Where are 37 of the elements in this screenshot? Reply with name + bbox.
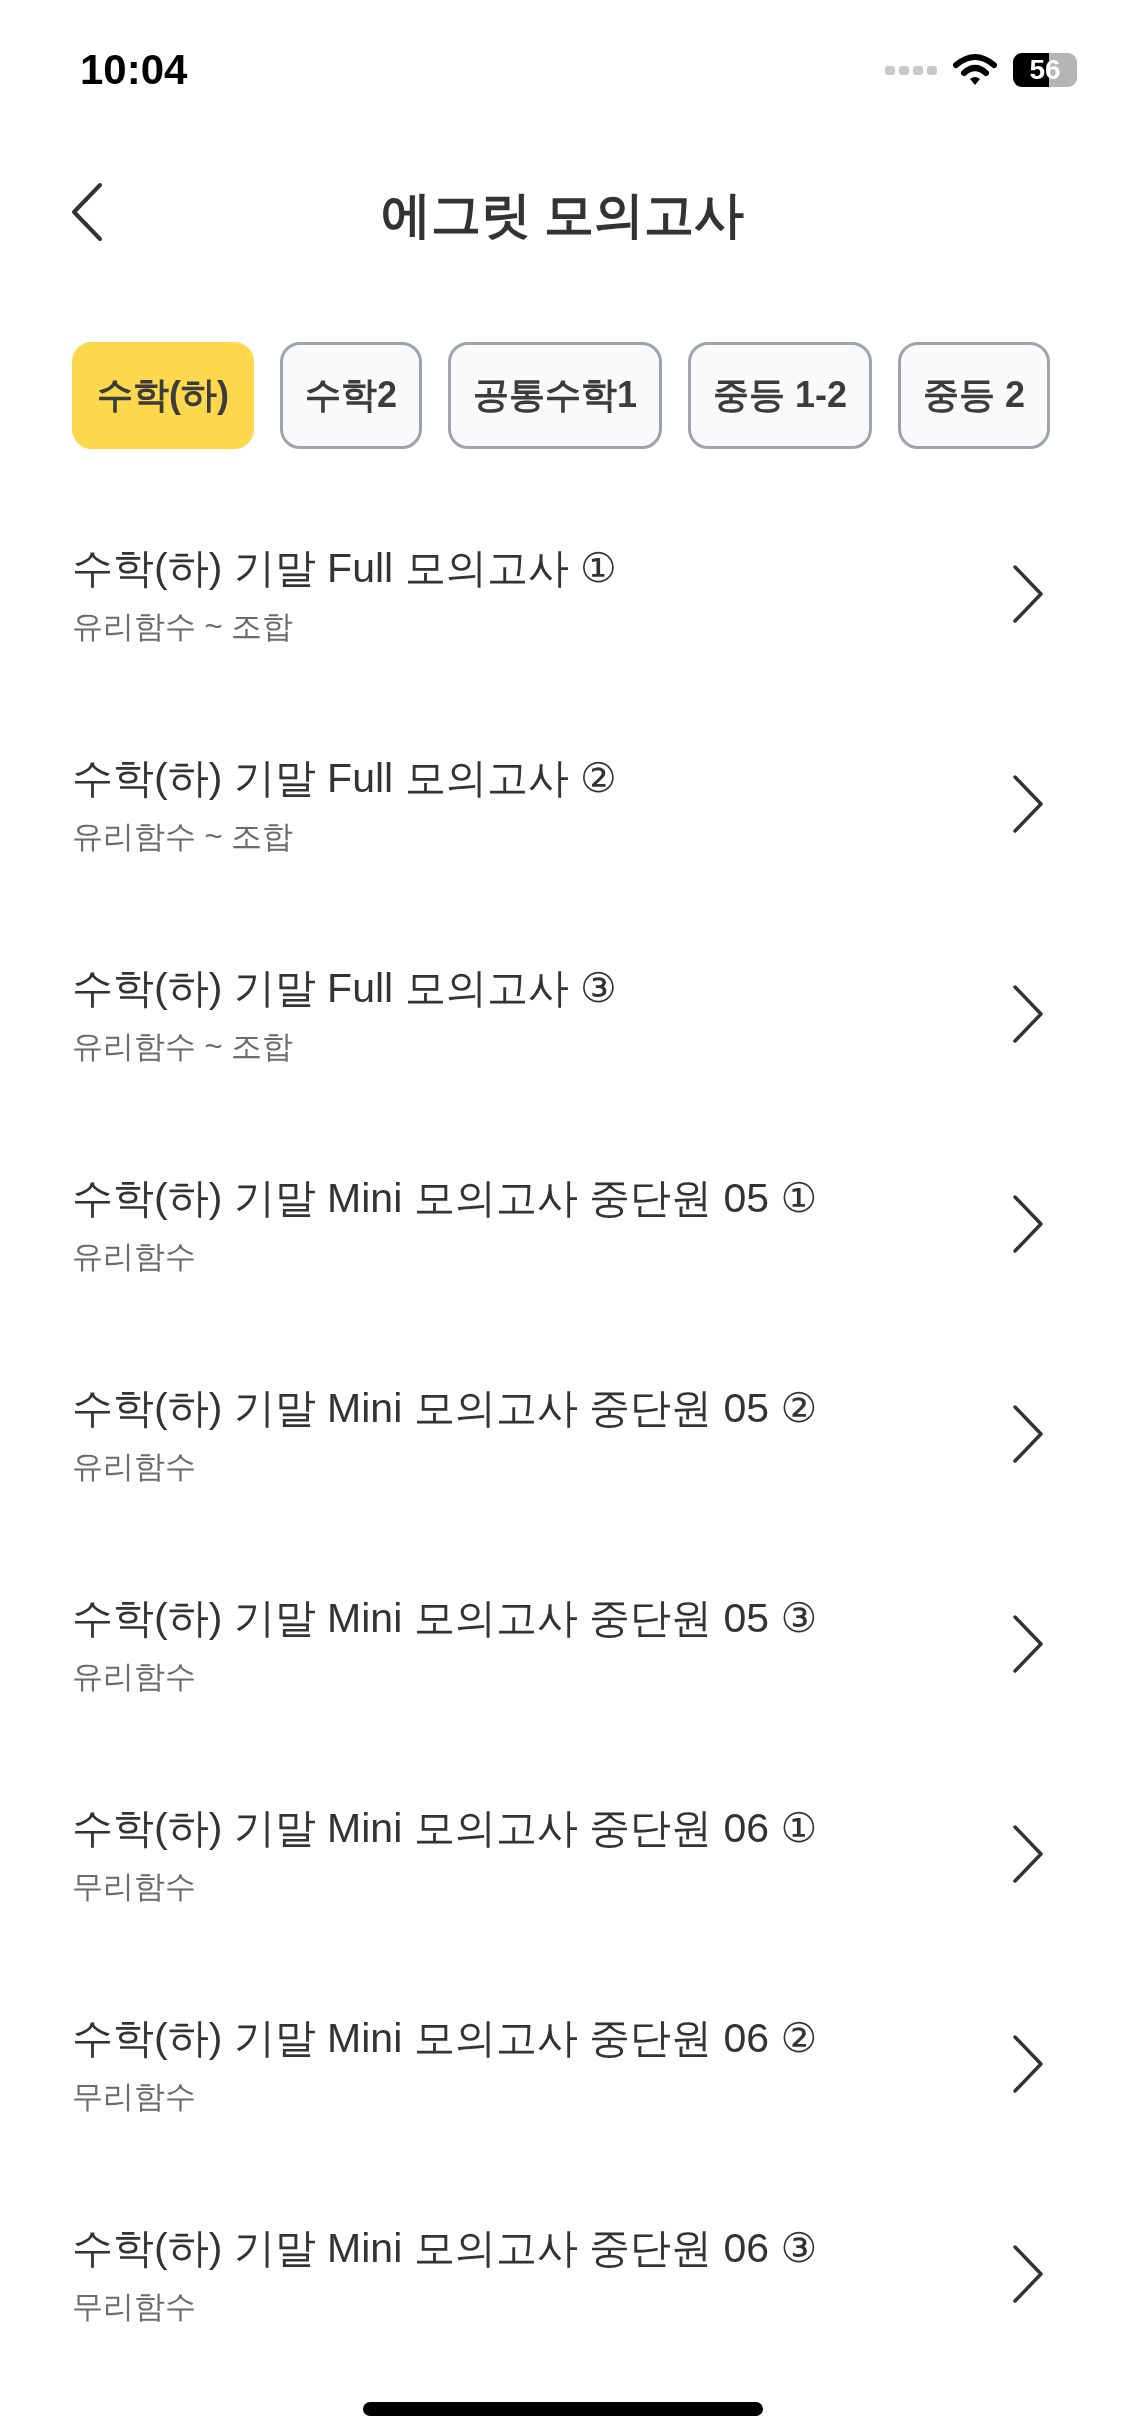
chevron-right-icon[interactable] <box>1011 984 1045 1044</box>
exam-title[interactable]: 수학(하) 기말 Mini 모의고사 중단원 06 ② <box>72 2010 818 2066</box>
chevron-right-icon[interactable] <box>1011 2244 1045 2304</box>
back-icon[interactable] <box>70 182 104 242</box>
exam-subtitle: 유리함수 <box>72 1447 197 1486</box>
exam-subtitle: 유리함수 <box>72 1237 197 1276</box>
exam-subtitle: 무리함수 <box>72 2077 197 2116</box>
chevron-right-icon[interactable] <box>1011 1614 1045 1674</box>
exam-subtitle: 유리함수 ~ 조합 <box>72 817 295 856</box>
category-tab[interactable]: 공통수학1 <box>448 342 663 449</box>
exam-title[interactable]: 수학(하) 기말 Full 모의고사 ① <box>72 540 617 596</box>
exam-title[interactable]: 수학(하) 기말 Mini 모의고사 중단원 06 ③ <box>72 2220 818 2276</box>
category-tab[interactable]: 수학2 <box>280 342 422 449</box>
category-tab[interactable]: 수학(하) <box>72 342 254 449</box>
exam-title[interactable]: 수학(하) 기말 Mini 모의고사 중단원 05 ② <box>72 1380 818 1436</box>
exam-subtitle: 유리함수 ~ 조합 <box>72 1027 295 1066</box>
chevron-right-icon[interactable] <box>1011 774 1045 834</box>
exam-subtitle: 무리함수 <box>72 2287 197 2326</box>
exam-title[interactable]: 수학(하) 기말 Mini 모의고사 중단원 06 ① <box>72 1800 818 1856</box>
chevron-right-icon[interactable] <box>1011 1194 1045 1254</box>
exam-subtitle: 무리함수 <box>72 1867 197 1906</box>
exam-title[interactable]: 수학(하) 기말 Full 모의고사 ② <box>72 750 617 806</box>
exam-title[interactable]: 수학(하) 기말 Full 모의고사 ③ <box>72 960 617 1016</box>
exam-title[interactable]: 수학(하) 기말 Mini 모의고사 중단원 05 ③ <box>72 1590 818 1646</box>
exam-subtitle: 유리함수 <box>72 1657 197 1696</box>
chevron-right-icon[interactable] <box>1011 1404 1045 1464</box>
chevron-right-icon[interactable] <box>1011 2034 1045 2094</box>
status-time: 10:04 <box>80 46 188 94</box>
chevron-right-icon[interactable] <box>1011 564 1045 624</box>
wifi-icon <box>953 53 997 87</box>
page-title: 에그릿 모의고사 <box>380 185 745 245</box>
category-tab[interactable]: 중등 2 <box>898 342 1051 449</box>
exam-title[interactable]: 수학(하) 기말 Mini 모의고사 중단원 05 ① <box>72 1170 818 1226</box>
signal-icon <box>885 63 937 77</box>
chevron-right-icon[interactable] <box>1011 1824 1045 1884</box>
exam-subtitle: 유리함수 ~ 조합 <box>72 607 295 646</box>
category-tab[interactable]: 중등 1-2 <box>688 342 873 449</box>
